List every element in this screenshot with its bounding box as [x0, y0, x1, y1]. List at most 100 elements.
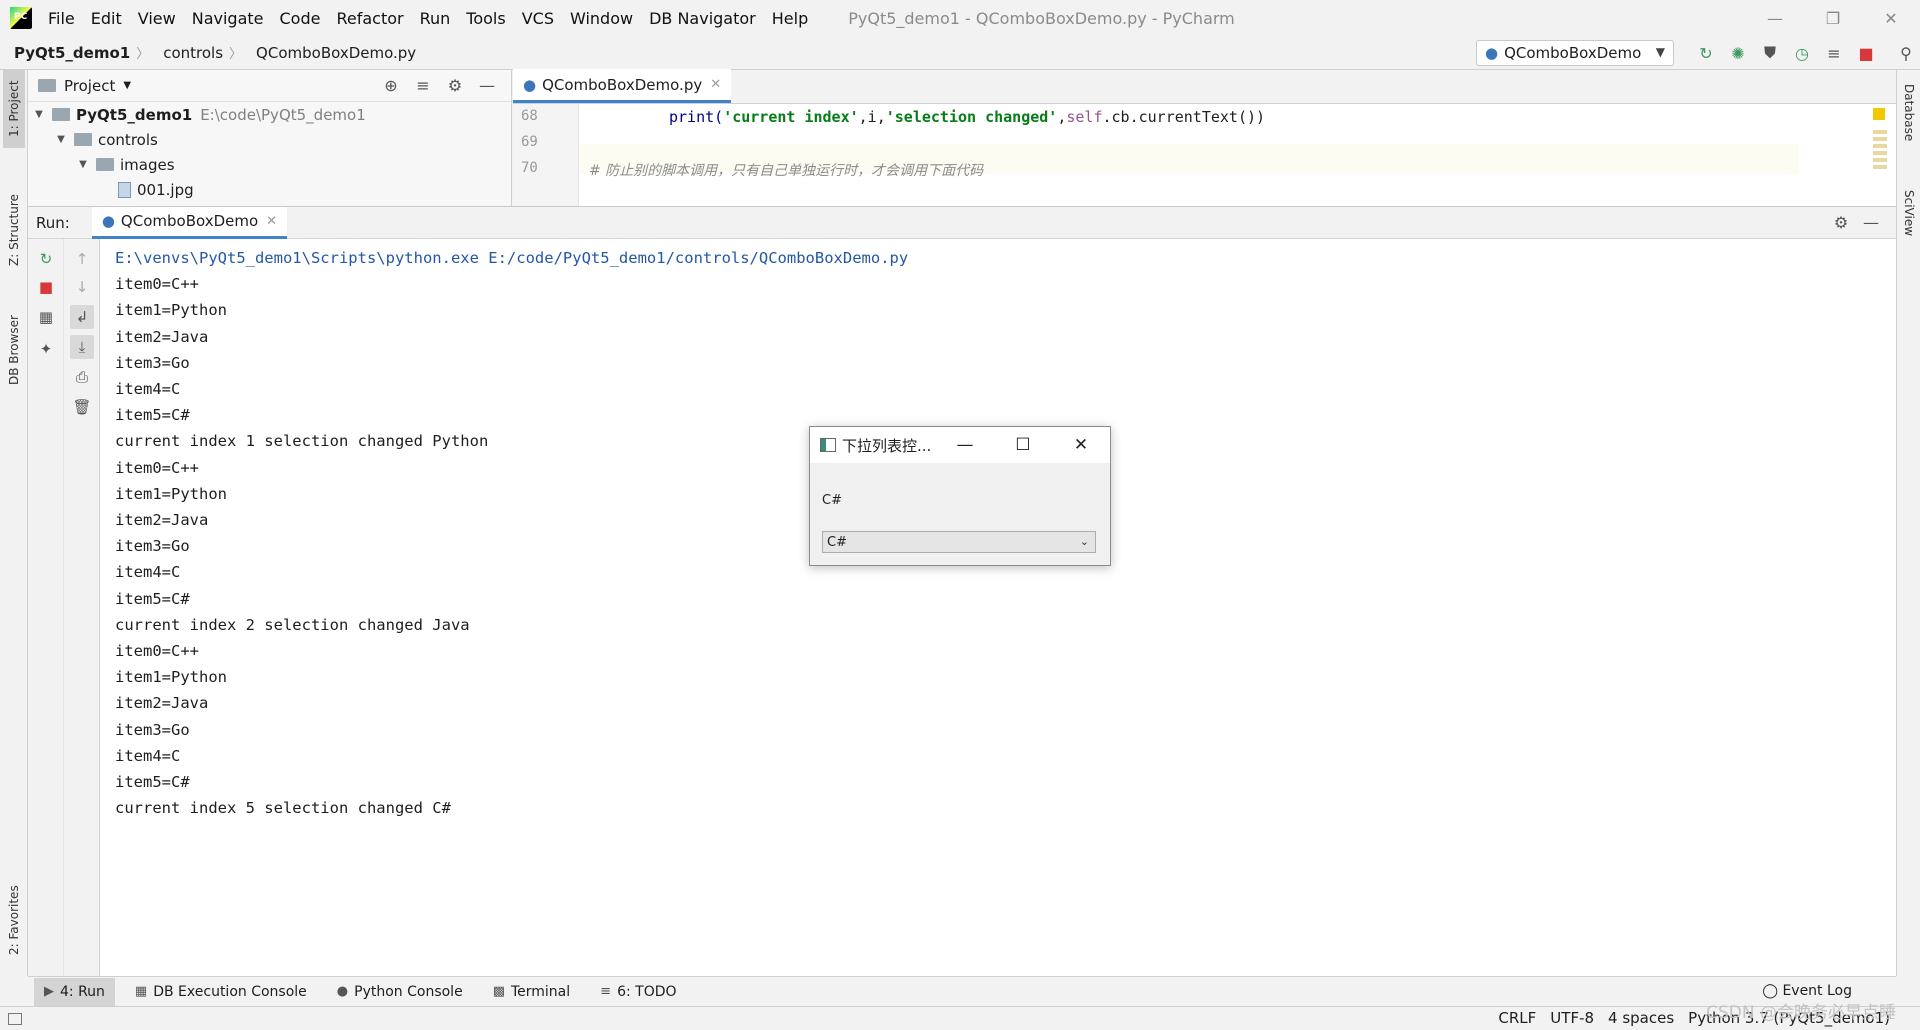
menu-view[interactable]: View	[132, 9, 186, 28]
debug-icon[interactable]: ✺	[1722, 42, 1754, 64]
editor-tab-qcomboboxdemo[interactable]: ● QComboBoxDemo.py ✕	[513, 69, 732, 103]
code-area[interactable]: 68 69 70 print('current index',i,'select…	[513, 104, 1896, 206]
menu-window[interactable]: Window	[564, 9, 643, 28]
menu-tools[interactable]: Tools	[460, 9, 515, 28]
collapse-all-icon[interactable]: ≡	[407, 76, 439, 95]
qt-combobox-value: C#	[827, 534, 847, 550]
menu-edit[interactable]: Edit	[85, 9, 132, 28]
trash-icon[interactable]: 🗑	[70, 395, 94, 419]
code-token: 'selection changed'	[885, 108, 1058, 126]
menu-code[interactable]: Code	[274, 9, 331, 28]
pin-icon[interactable]: ✦	[34, 337, 58, 361]
stop-icon[interactable]: ■	[34, 275, 58, 299]
menu-refactor[interactable]: Refactor	[330, 9, 413, 28]
watermark-text: CSDN @会晚务必早点睡	[1706, 1003, 1896, 1023]
toggle-toolwindows-icon[interactable]	[8, 1012, 22, 1025]
run-tab-label: QComboBoxDemo	[120, 212, 259, 230]
console-line: item3=Go	[115, 720, 190, 739]
tab-todo[interactable]: ≡ 6: TODO	[590, 978, 686, 1006]
minimize-icon[interactable]: —	[936, 427, 994, 463]
hide-icon[interactable]: —	[471, 76, 503, 95]
maximize-icon[interactable]: ☐	[994, 427, 1052, 463]
hide-icon[interactable]: —	[1856, 213, 1886, 232]
rerun-icon[interactable]: ↻	[1690, 42, 1722, 64]
close-icon[interactable]: ✕	[1052, 427, 1110, 463]
tab-db-execution-console[interactable]: ▦ DB Execution Console	[125, 978, 317, 1006]
rerun-icon[interactable]: ↻	[34, 247, 58, 271]
tab-database-label: Database	[1902, 84, 1916, 142]
tree-item-path: E:\code\PyQt5_demo1	[200, 105, 366, 124]
breadcrumb-file[interactable]: QComboBoxDemo.py	[242, 44, 422, 62]
close-icon[interactable]: ✕	[1862, 0, 1920, 36]
stop-icon[interactable]: ■	[1850, 42, 1882, 64]
tab-project-toolwindow[interactable]: 1: Project	[3, 70, 25, 148]
breadcrumb-project[interactable]: PyQt5_demo1	[0, 44, 136, 62]
run-configuration-select[interactable]: ● QComboBoxDemo ▼	[1476, 40, 1674, 66]
restore-icon[interactable]: ❐	[1804, 0, 1862, 36]
tab-sciview-label: SciView	[1902, 190, 1916, 237]
tab-terminal[interactable]: ▩ Terminal	[483, 978, 580, 1006]
menu-vcs[interactable]: VCS	[516, 9, 564, 28]
locate-icon[interactable]: ⊕	[375, 76, 407, 95]
tab-run[interactable]: ▶ 4: Run	[34, 977, 115, 1006]
arrow-up-icon[interactable]: ↑	[70, 247, 94, 271]
python-file-icon: ●	[523, 75, 537, 94]
minimize-icon[interactable]: —	[1746, 0, 1804, 36]
console-line: current index 5 selection changed C#	[115, 799, 451, 818]
tab-project-label: 1: Project	[7, 80, 21, 138]
coverage-icon[interactable]: ⛊	[1754, 42, 1786, 64]
event-log-button[interactable]: ◯ Event Log	[1762, 983, 1852, 999]
gear-icon[interactable]: ⚙	[1826, 213, 1856, 232]
tree-item-images[interactable]: ▼ images	[28, 152, 511, 177]
line-separator-widget[interactable]: CRLF	[1498, 1009, 1536, 1027]
tree-item-project-root[interactable]: ▼ PyQt5_demo1 E:\code\PyQt5_demo1	[28, 102, 511, 127]
gear-icon[interactable]: ⚙	[439, 76, 471, 95]
menu-db-navigator[interactable]: DB Navigator	[643, 9, 766, 28]
run-toolwindow-header: Run: ● QComboBoxDemo ✕ ⚙ —	[28, 206, 1896, 239]
indent-widget[interactable]: 4 spaces	[1608, 1009, 1674, 1027]
tree-item-controls[interactable]: ▼ controls	[28, 127, 511, 152]
tab-database-toolwindow[interactable]: Database	[1899, 84, 1919, 194]
tab-db-browser-toolwindow[interactable]: DB Browser	[3, 300, 25, 400]
encoding-widget[interactable]: UTF-8	[1550, 1009, 1594, 1027]
project-panel-title[interactable]: Project	[64, 77, 115, 95]
tree-item-001-jpg[interactable]: 001.jpg	[28, 177, 511, 202]
tab-structure-toolwindow[interactable]: Z: Structure	[3, 180, 25, 280]
layout-icon[interactable]: ▦	[34, 305, 58, 329]
window-controls: — ❐ ✕	[1746, 0, 1920, 36]
code-token: self	[1066, 108, 1103, 126]
menu-help[interactable]: Help	[766, 9, 818, 28]
qt-window-icon	[820, 438, 836, 452]
run-tab-qcomboboxdemo[interactable]: ● QComboBoxDemo ✕	[91, 206, 288, 239]
menu-file[interactable]: File	[42, 9, 85, 28]
profile-icon[interactable]: ◷	[1786, 42, 1818, 64]
close-tab-icon[interactable]: ✕	[266, 214, 277, 229]
tab-favorites-toolwindow[interactable]: 2: Favorites	[3, 870, 25, 970]
qt-dialog-titlebar[interactable]: 下拉列表控... — ☐ ✕	[810, 427, 1110, 463]
soft-wrap-icon[interactable]: ↲	[70, 305, 94, 329]
expand-arrow-icon[interactable]: ▼	[54, 134, 68, 145]
console-command-line[interactable]: E:\venvs\PyQt5_demo1\Scripts\python.exe …	[115, 245, 1875, 271]
status-bar: CRLF UTF-8 4 spaces Python 3.7 (PyQt5_de…	[0, 1006, 1920, 1030]
console-line: item0=C++	[115, 642, 199, 661]
close-tab-icon[interactable]: ✕	[710, 77, 721, 92]
qt-combobox[interactable]: C# ⌄	[822, 531, 1096, 553]
chevron-down-icon[interactable]: ▼	[123, 80, 131, 91]
chevron-down-icon: ▼	[1655, 45, 1665, 59]
breadcrumb-folder[interactable]: controls	[149, 44, 229, 62]
run-toolwindow: Run: ● QComboBoxDemo ✕ ⚙ — ↻ ■ ▦ ✦ ↑ ↓ ↲…	[28, 206, 1896, 977]
concurrency-icon[interactable]: ≡	[1818, 42, 1850, 64]
menu-run[interactable]: Run	[414, 9, 461, 28]
menu-bar: File Edit View Navigate Code Refactor Ru…	[42, 9, 818, 28]
scroll-to-end-icon[interactable]: ⤓	[70, 335, 94, 359]
tab-sciview-toolwindow[interactable]: SciView	[1899, 190, 1919, 280]
search-icon[interactable]: ⚲	[1890, 42, 1920, 64]
expand-arrow-icon[interactable]: ▼	[32, 109, 46, 120]
code-line-68: print('current index',i,'selection chang…	[669, 108, 1265, 126]
tab-python-console[interactable]: ● Python Console	[327, 978, 473, 1006]
python-console-icon: ●	[336, 984, 349, 999]
expand-arrow-icon[interactable]: ▼	[76, 159, 90, 170]
menu-navigate[interactable]: Navigate	[186, 9, 274, 28]
print-icon[interactable]: ⎙	[70, 365, 94, 389]
arrow-down-icon[interactable]: ↓	[70, 275, 94, 299]
